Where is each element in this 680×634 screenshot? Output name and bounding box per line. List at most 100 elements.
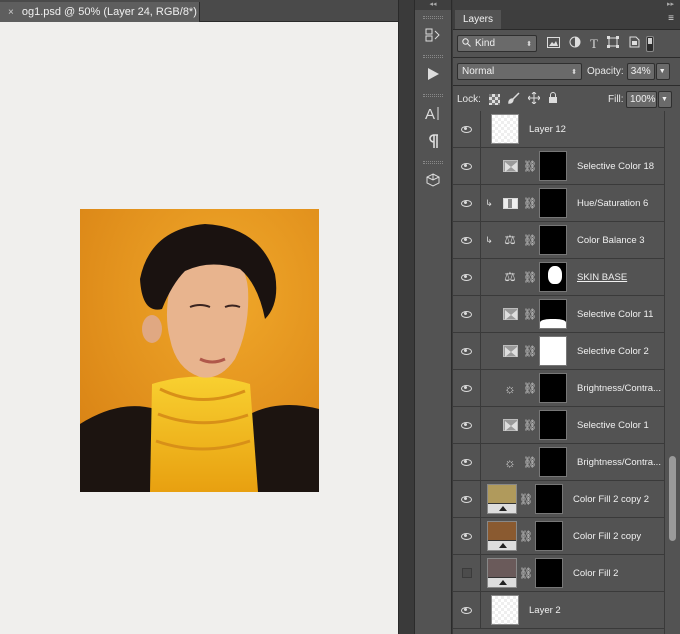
history-icon[interactable] [415, 21, 451, 49]
panel-grip[interactable] [423, 161, 443, 164]
visibility-toggle[interactable] [453, 443, 481, 481]
visibility-toggle[interactable] [453, 332, 481, 370]
layer-row[interactable]: ⛓ Selective Color 18 [453, 147, 664, 185]
layer-name[interactable]: Selective Color 11 [577, 309, 653, 320]
layer-name[interactable]: Brightness/Contra... [577, 383, 661, 394]
opacity-input[interactable]: 34% [626, 63, 655, 80]
layer-mask-thumbnail[interactable] [539, 225, 567, 255]
visibility-toggle[interactable] [453, 111, 481, 148]
color-fill-swatch[interactable] [487, 558, 517, 588]
visibility-toggle[interactable] [453, 147, 481, 185]
panel-menu-icon[interactable]: ≡ [668, 13, 674, 24]
tab-layers[interactable]: Layers [455, 10, 502, 29]
link-icon[interactable]: ⛓ [523, 419, 537, 432]
layer-name[interactable]: Color Fill 2 [573, 568, 618, 579]
filter-toggle[interactable] [645, 35, 654, 52]
layer-mask-thumbnail[interactable] [535, 558, 563, 588]
layer-mask-thumbnail[interactable] [535, 484, 563, 514]
visibility-toggle[interactable] [453, 554, 481, 592]
layer-name[interactable]: SKIN BASE [577, 272, 627, 283]
fill-input[interactable]: 100% [626, 91, 657, 108]
layer-name[interactable]: Layer 12 [529, 124, 566, 135]
layer-mask-thumbnail[interactable] [539, 410, 567, 440]
lock-all-icon[interactable] [548, 92, 558, 107]
visibility-toggle[interactable] [453, 406, 481, 444]
panel-grip[interactable] [423, 94, 443, 97]
visibility-toggle[interactable] [453, 295, 481, 333]
layer-mask-thumbnail[interactable] [535, 521, 563, 551]
visibility-toggle[interactable] [453, 480, 481, 518]
link-icon[interactable]: ⛓ [523, 271, 537, 284]
layers-scrollbar[interactable] [664, 111, 680, 634]
character-icon[interactable]: A [415, 99, 451, 127]
color-fill-swatch[interactable] [487, 484, 517, 514]
layer-row[interactable]: ⛓ Color Fill 2 [453, 554, 664, 592]
panel-grip[interactable] [423, 16, 443, 19]
link-icon[interactable]: ⛓ [523, 197, 537, 210]
filter-kind-select[interactable]: Kind ⬍ [457, 35, 537, 52]
layer-mask-thumbnail[interactable] [539, 299, 567, 329]
opacity-dropdown-button[interactable]: ▼ [655, 63, 670, 80]
layer-name[interactable]: Hue/Saturation 6 [577, 198, 648, 209]
layer-row[interactable]: ↳ ⛓ Hue/Saturation 6 [453, 184, 664, 222]
layer-mask-thumbnail[interactable] [539, 336, 567, 366]
layer-mask-thumbnail[interactable] [539, 262, 567, 292]
filter-type-icon[interactable]: T [590, 36, 598, 52]
link-icon[interactable]: ⛓ [523, 456, 537, 469]
link-icon[interactable]: ⛓ [523, 345, 537, 358]
layer-mask-thumbnail[interactable] [539, 447, 567, 477]
layer-mask-thumbnail[interactable] [539, 188, 567, 218]
color-fill-swatch[interactable] [487, 521, 517, 551]
lock-position-icon[interactable] [527, 91, 541, 107]
actions-play-icon[interactable] [415, 60, 451, 88]
layer-name[interactable]: Color Fill 2 copy 2 [573, 494, 649, 505]
scrollbar-thumb[interactable] [669, 456, 676, 541]
layer-name[interactable]: Selective Color 2 [577, 346, 649, 357]
layer-row[interactable]: ⛓ Selective Color 11 [453, 295, 664, 333]
layer-name[interactable]: Color Balance 3 [577, 235, 645, 246]
link-icon[interactable]: ⛓ [519, 493, 533, 506]
layer-name[interactable]: Color Fill 2 copy [573, 531, 641, 542]
link-icon[interactable]: ⛓ [519, 530, 533, 543]
layer-row[interactable]: ⛓ Color Fill 2 copy 2 [453, 480, 664, 518]
layer-row[interactable]: ⚖ ⛓ SKIN BASE [453, 258, 664, 296]
fill-dropdown-button[interactable]: ▼ [658, 91, 672, 108]
lock-transparent-icon[interactable] [488, 94, 500, 105]
layer-row[interactable]: ↳ ⚖ ⛓ Color Balance 3 [453, 221, 664, 259]
document-tab[interactable]: × og1.psd @ 50% (Layer 24, RGB/8*) [0, 2, 200, 22]
layer-row[interactable]: ☼ ⛓ Brightness/Contra... [453, 443, 664, 481]
document-scrollbar[interactable] [398, 0, 414, 634]
layer-row[interactable]: ☼ ⛓ Brightness/Contra... [453, 369, 664, 407]
layer-mask-thumbnail[interactable] [539, 373, 567, 403]
lock-brush-icon[interactable] [508, 92, 520, 107]
visibility-toggle[interactable] [453, 184, 481, 222]
visibility-toggle[interactable] [453, 258, 481, 296]
layer-row[interactable]: Layer 2 [453, 591, 664, 629]
filter-smart-object-icon[interactable] [628, 36, 640, 51]
close-tab-icon[interactable]: × [8, 7, 14, 18]
layer-row[interactable]: Layer 12 [453, 111, 664, 148]
link-icon[interactable]: ⛓ [523, 234, 537, 247]
document-canvas[interactable] [0, 22, 398, 634]
filter-pixel-icon[interactable] [547, 36, 560, 51]
layer-row[interactable]: ⛓ Selective Color 1 [453, 406, 664, 444]
visibility-toggle[interactable] [453, 591, 481, 629]
layer-name[interactable]: Selective Color 1 [577, 420, 649, 431]
link-icon[interactable]: ⛓ [523, 160, 537, 173]
link-icon[interactable]: ⛓ [523, 382, 537, 395]
filter-adjustment-icon[interactable] [569, 36, 581, 51]
visibility-toggle[interactable] [453, 369, 481, 407]
blend-mode-select[interactable]: Normal ⬍ [457, 63, 582, 80]
expand-panels-icon[interactable]: ◂◂ [415, 0, 451, 10]
layer-name[interactable]: Layer 2 [529, 605, 561, 616]
layer-mask-thumbnail[interactable] [539, 151, 567, 181]
filter-shape-icon[interactable] [606, 36, 619, 51]
link-icon[interactable]: ⛓ [519, 567, 533, 580]
layer-row[interactable]: ⛓ Selective Color 2 [453, 332, 664, 370]
visibility-toggle[interactable] [453, 517, 481, 555]
collapse-panels-icon[interactable]: ▸▸ [453, 0, 680, 10]
visibility-toggle[interactable] [453, 221, 481, 259]
paragraph-icon[interactable] [415, 127, 451, 155]
panel-grip[interactable] [423, 55, 443, 58]
layer-row[interactable]: ⛓ Color Fill 2 copy [453, 517, 664, 555]
